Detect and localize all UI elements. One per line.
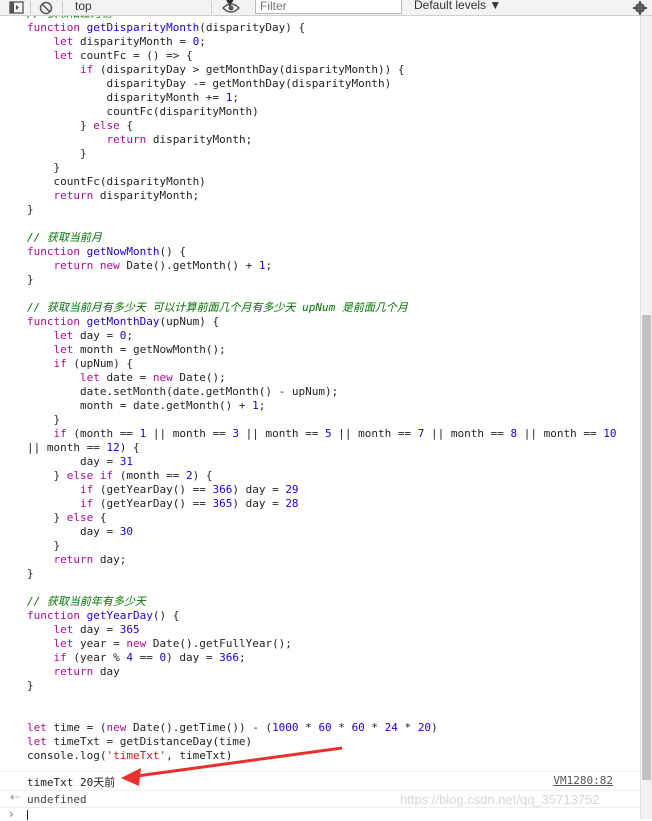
annotation-arrow-icon bbox=[121, 746, 343, 786]
